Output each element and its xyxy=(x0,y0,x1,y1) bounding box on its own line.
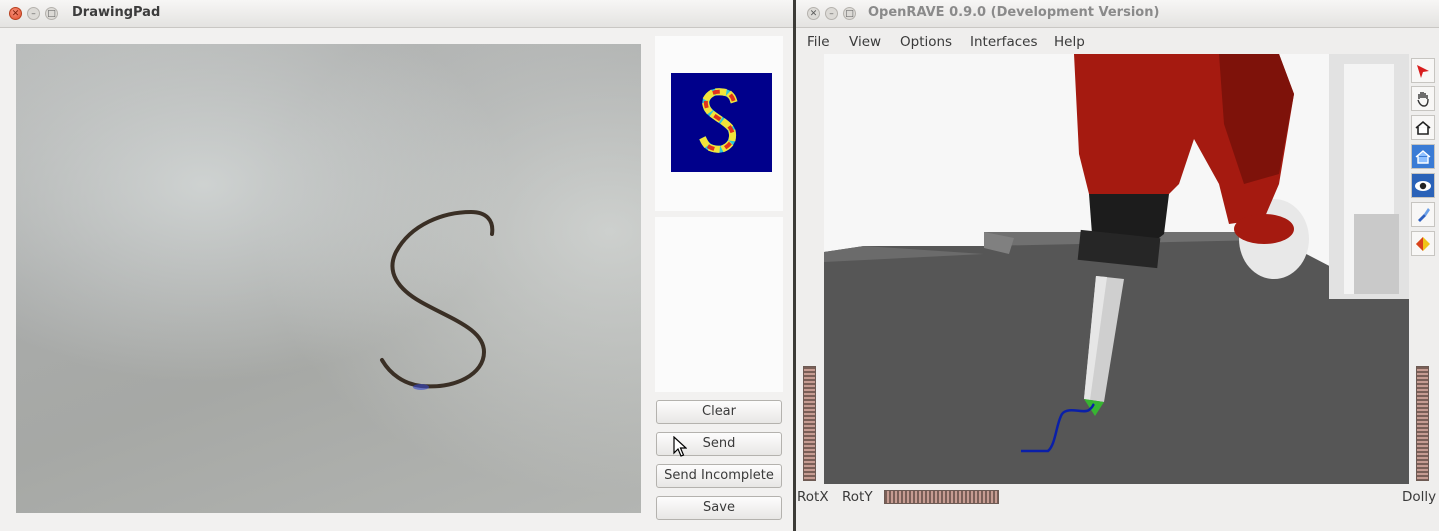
flashlight-icon[interactable] xyxy=(1411,202,1435,227)
drawingpad-titlebar[interactable]: ✕ – □ DrawingPad xyxy=(0,0,793,28)
camera-drawing-canvas[interactable] xyxy=(16,44,641,513)
minimize-icon[interactable]: – xyxy=(27,7,40,20)
3d-viewport[interactable] xyxy=(824,54,1409,484)
view-toolbar xyxy=(1409,56,1437,266)
menu-help[interactable]: Help xyxy=(1054,34,1085,50)
mnist-preview-image xyxy=(671,73,772,172)
maximize-icon[interactable]: □ xyxy=(45,7,58,20)
eye-icon[interactable] xyxy=(1411,173,1435,198)
maximize-icon[interactable]: □ xyxy=(843,7,856,20)
openrave-window: ✕ – □ OpenRAVE 0.9.0 (Development Versio… xyxy=(796,0,1439,531)
openrave-titlebar[interactable]: ✕ – □ OpenRAVE 0.9.0 (Development Versio… xyxy=(796,0,1439,28)
robot-scene xyxy=(824,54,1409,484)
close-icon[interactable]: ✕ xyxy=(9,7,22,20)
close-icon[interactable]: ✕ xyxy=(807,7,820,20)
roty-wheel[interactable] xyxy=(884,490,999,504)
digit-preview-panel xyxy=(655,36,783,211)
send-incomplete-button[interactable]: Send Incomplete xyxy=(656,464,782,488)
home-set-icon[interactable] xyxy=(1411,144,1435,169)
rotx-label: RotX xyxy=(797,489,829,505)
roty-label: RotY xyxy=(842,489,873,505)
menu-interfaces[interactable]: Interfaces xyxy=(970,34,1037,50)
window-title: DrawingPad xyxy=(72,5,161,20)
window-title: OpenRAVE 0.9.0 (Development Version) xyxy=(868,5,1160,20)
save-button[interactable]: Save xyxy=(656,496,782,520)
handwritten-s-stroke xyxy=(380,209,495,390)
home-icon[interactable] xyxy=(1411,115,1435,140)
menubar: File View Options Interfaces Help xyxy=(796,28,1439,54)
menu-view[interactable]: View xyxy=(849,34,881,50)
menu-file[interactable]: File xyxy=(807,34,830,50)
shading-icon[interactable] xyxy=(1411,231,1435,256)
rotx-wheel[interactable] xyxy=(803,366,816,481)
minimize-icon[interactable]: – xyxy=(825,7,838,20)
drawingpad-window: ✕ – □ DrawingPad Clear Send Send Incompl… xyxy=(0,0,793,531)
mouse-cursor-icon xyxy=(673,436,687,457)
menu-options[interactable]: Options xyxy=(900,34,952,50)
dolly-label: Dolly xyxy=(1402,489,1437,505)
output-panel xyxy=(655,217,783,392)
hand-icon[interactable] xyxy=(1411,86,1435,111)
dolly-wheel[interactable] xyxy=(1416,366,1429,481)
pointer-icon[interactable] xyxy=(1411,58,1435,83)
clear-button[interactable]: Clear xyxy=(656,400,782,424)
